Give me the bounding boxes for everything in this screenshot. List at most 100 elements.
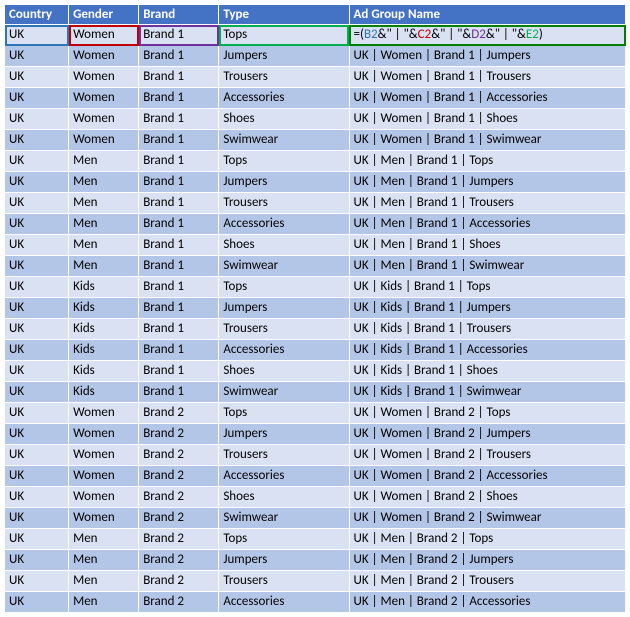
cell-adgroup-formula[interactable]: =(B2&" | "&C2&" | "&D2&" | "&E2) (349, 25, 625, 46)
cell-brand[interactable]: Brand 1 (139, 340, 219, 361)
cell-adgroup[interactable]: UK | Women | Brand 2 | Trousers (349, 445, 625, 466)
cell-type[interactable]: Swimwear (219, 382, 349, 403)
cell-type[interactable]: Jumpers (219, 550, 349, 571)
cell-adgroup[interactable]: UK | Women | Brand 2 | Tops (349, 403, 625, 424)
cell-country[interactable]: UK (5, 361, 69, 382)
cell-brand[interactable]: Brand 1 (139, 25, 219, 46)
cell-gender[interactable]: Men (69, 571, 139, 592)
cell-brand[interactable]: Brand 2 (139, 466, 219, 487)
cell-country[interactable]: UK (5, 193, 69, 214)
cell-country[interactable]: UK (5, 571, 69, 592)
cell-gender[interactable]: Women (69, 67, 139, 88)
cell-gender[interactable]: Men (69, 235, 139, 256)
cell-country[interactable]: UK (5, 172, 69, 193)
header-adgroup[interactable]: Ad Group Name (349, 5, 625, 25)
cell-type[interactable]: Swimwear (219, 130, 349, 151)
cell-gender[interactable]: Men (69, 214, 139, 235)
cell-gender[interactable]: Women (69, 487, 139, 508)
cell-gender[interactable]: Women (69, 25, 139, 46)
cell-adgroup[interactable]: UK | Men | Brand 2 | Jumpers (349, 550, 625, 571)
cell-country[interactable]: UK (5, 403, 69, 424)
cell-gender[interactable]: Men (69, 151, 139, 172)
cell-adgroup[interactable]: UK | Women | Brand 1 | Accessories (349, 88, 625, 109)
cell-gender[interactable]: Women (69, 88, 139, 109)
cell-country[interactable]: UK (5, 298, 69, 319)
cell-brand[interactable]: Brand 1 (139, 151, 219, 172)
cell-country[interactable]: UK (5, 214, 69, 235)
cell-country[interactable]: UK (5, 67, 69, 88)
cell-brand[interactable]: Brand 2 (139, 403, 219, 424)
header-brand[interactable]: Brand (139, 5, 219, 25)
cell-gender[interactable]: Women (69, 508, 139, 529)
cell-gender[interactable]: Kids (69, 319, 139, 340)
cell-brand[interactable]: Brand 1 (139, 172, 219, 193)
cell-country[interactable]: UK (5, 277, 69, 298)
cell-brand[interactable]: Brand 2 (139, 424, 219, 445)
cell-country[interactable]: UK (5, 151, 69, 172)
cell-country[interactable]: UK (5, 424, 69, 445)
cell-type[interactable]: Tops (219, 25, 349, 46)
cell-adgroup[interactable]: UK | Women | Brand 2 | Shoes (349, 487, 625, 508)
cell-brand[interactable]: Brand 1 (139, 382, 219, 403)
cell-brand[interactable]: Brand 1 (139, 46, 219, 67)
cell-gender[interactable]: Men (69, 172, 139, 193)
cell-adgroup[interactable]: UK | Men | Brand 1 | Tops (349, 151, 625, 172)
cell-country[interactable]: UK (5, 382, 69, 403)
cell-country[interactable]: UK (5, 88, 69, 109)
cell-type[interactable]: Jumpers (219, 46, 349, 67)
cell-adgroup[interactable]: UK | Men | Brand 1 | Shoes (349, 235, 625, 256)
cell-gender[interactable]: Women (69, 46, 139, 67)
cell-adgroup[interactable]: UK | Kids | Brand 1 | Tops (349, 277, 625, 298)
cell-gender[interactable]: Kids (69, 277, 139, 298)
cell-country[interactable]: UK (5, 508, 69, 529)
cell-gender[interactable]: Women (69, 109, 139, 130)
cell-brand[interactable]: Brand 1 (139, 319, 219, 340)
cell-adgroup[interactable]: UK | Women | Brand 2 | Accessories (349, 466, 625, 487)
cell-type[interactable]: Swimwear (219, 508, 349, 529)
header-country[interactable]: Country (5, 5, 69, 25)
cell-type[interactable]: Swimwear (219, 256, 349, 277)
cell-brand[interactable]: Brand 1 (139, 130, 219, 151)
cell-gender[interactable]: Kids (69, 382, 139, 403)
cell-adgroup[interactable]: UK | Men | Brand 1 | Trousers (349, 193, 625, 214)
cell-adgroup[interactable]: UK | Kids | Brand 1 | Jumpers (349, 298, 625, 319)
cell-type[interactable]: Trousers (219, 193, 349, 214)
cell-type[interactable]: Trousers (219, 445, 349, 466)
cell-type[interactable]: Tops (219, 529, 349, 550)
cell-gender[interactable]: Men (69, 550, 139, 571)
cell-type[interactable]: Accessories (219, 466, 349, 487)
cell-gender[interactable]: Men (69, 592, 139, 613)
cell-country[interactable]: UK (5, 130, 69, 151)
header-type[interactable]: Type (219, 5, 349, 25)
cell-adgroup[interactable]: UK | Women | Brand 1 | Trousers (349, 67, 625, 88)
cell-gender[interactable]: Women (69, 130, 139, 151)
cell-adgroup[interactable]: UK | Men | Brand 1 | Swimwear (349, 256, 625, 277)
cell-brand[interactable]: Brand 2 (139, 550, 219, 571)
cell-adgroup[interactable]: UK | Men | Brand 1 | Jumpers (349, 172, 625, 193)
cell-adgroup[interactable]: UK | Kids | Brand 1 | Accessories (349, 340, 625, 361)
cell-brand[interactable]: Brand 1 (139, 193, 219, 214)
cell-type[interactable]: Tops (219, 277, 349, 298)
cell-adgroup[interactable]: UK | Kids | Brand 1 | Swimwear (349, 382, 625, 403)
cell-country[interactable]: UK (5, 25, 69, 46)
cell-gender[interactable]: Kids (69, 340, 139, 361)
cell-gender[interactable]: Kids (69, 361, 139, 382)
cell-gender[interactable]: Men (69, 529, 139, 550)
cell-adgroup[interactable]: UK | Women | Brand 2 | Jumpers (349, 424, 625, 445)
cell-type[interactable]: Shoes (219, 109, 349, 130)
cell-gender[interactable]: Kids (69, 298, 139, 319)
cell-adgroup[interactable]: UK | Women | Brand 1 | Swimwear (349, 130, 625, 151)
cell-adgroup[interactable]: UK | Men | Brand 1 | Accessories (349, 214, 625, 235)
cell-type[interactable]: Shoes (219, 235, 349, 256)
cell-adgroup[interactable]: UK | Men | Brand 2 | Trousers (349, 571, 625, 592)
cell-country[interactable]: UK (5, 46, 69, 67)
cell-country[interactable]: UK (5, 235, 69, 256)
cell-type[interactable]: Shoes (219, 361, 349, 382)
cell-brand[interactable]: Brand 1 (139, 361, 219, 382)
cell-type[interactable]: Tops (219, 403, 349, 424)
cell-country[interactable]: UK (5, 550, 69, 571)
cell-type[interactable]: Accessories (219, 340, 349, 361)
cell-brand[interactable]: Brand 2 (139, 571, 219, 592)
cell-brand[interactable]: Brand 2 (139, 508, 219, 529)
cell-brand[interactable]: Brand 1 (139, 256, 219, 277)
